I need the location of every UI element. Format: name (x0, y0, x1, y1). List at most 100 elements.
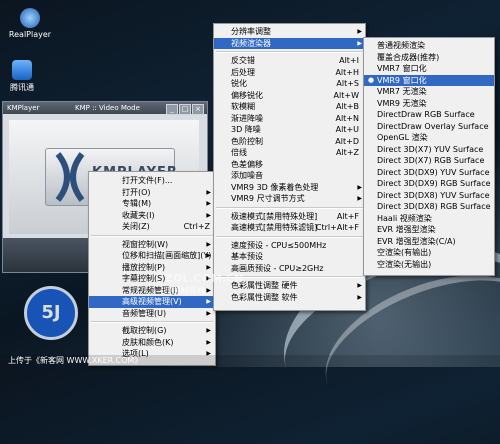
menu-item-label: 高级视频管理(V) (122, 297, 182, 306)
menu-item[interactable]: 皮肤和颜色(K) ▶ (89, 337, 215, 349)
menu-item[interactable]: EVR 增强型渲染 (364, 224, 494, 236)
menu-separator (216, 235, 363, 238)
menu-item[interactable]: 偏移锐化 Alt+W (214, 90, 365, 102)
menu-item-label: 锐化 (231, 79, 247, 88)
menu-item-label: 偏移锐化 (231, 90, 263, 100)
submenu-arrow-icon: ▶ (357, 28, 362, 35)
menu-item[interactable]: 色差偏移 (214, 159, 365, 171)
minimize-button[interactable]: _ (166, 104, 178, 115)
menu-item[interactable]: 高级视频管理(V) ▶ (89, 296, 215, 308)
close-button[interactable]: × (192, 104, 204, 115)
menu-item[interactable]: 色彩属性调整 硬件 ▶ (214, 280, 365, 292)
menu-item-label: 关闭(Z) (122, 222, 150, 231)
submenu-arrow-icon: ▶ (357, 195, 362, 202)
menu-item-label: 截取控制(G) (122, 326, 167, 335)
menu-item-label: 倍线 (231, 148, 247, 157)
menu-item-shortcut: Alt+D (335, 136, 359, 146)
menu-item[interactable]: 锐化 Alt+S (214, 78, 365, 90)
menu-item[interactable]: 视频渲染器 ▶ (214, 37, 365, 49)
menu-item-label: EVR 增强型渲染(C/A) (377, 236, 456, 246)
menu-item[interactable]: Direct 3D(DX9) YUV Surface (364, 167, 494, 179)
menu-item[interactable]: 常规视频管理(J) ▶ (89, 285, 215, 297)
menu-item[interactable]: 关闭(Z) Ctrl+Z (89, 221, 215, 233)
menu-item[interactable]: 倍线 Alt+Z (214, 147, 365, 159)
menu-item[interactable]: VMR9 尺寸调节方式 ▶ (214, 193, 365, 205)
menu-item[interactable]: 空渲染(无输出) (364, 259, 494, 271)
menu-item[interactable]: 空渲染(有输出) (364, 247, 494, 259)
menu-item-label: Direct 3D(DX9) RGB Surface (377, 179, 491, 188)
menu-item[interactable]: 播放控制(P) ▶ (89, 262, 215, 274)
menu-item[interactable]: 反交错 Alt+I (214, 55, 365, 67)
menu-item[interactable]: 极速模式[禁用特殊处理] Alt+F (214, 211, 365, 223)
menu-item[interactable]: 添加噪音 (214, 170, 365, 182)
menu-item[interactable]: 渐进降噪 Alt+N (214, 113, 365, 125)
desktop-icon-realplayer[interactable]: RealPlayer (0, 8, 60, 39)
menu-item[interactable]: 基本预设 (214, 251, 365, 263)
menu-item[interactable]: Direct 3D(X7) YUV Surface (364, 144, 494, 156)
menu-item[interactable]: 专辑(M) ▶ (89, 198, 215, 210)
menu-item-label: 分辨率调整 (231, 27, 271, 36)
menu-item-label: 色阶控制 (231, 136, 263, 146)
menu-item[interactable]: 后处理 Alt+H (214, 67, 365, 79)
menu-item-shortcut: Alt+S (336, 79, 359, 88)
menu-item[interactable]: 高画质预设 - CPU≥2GHz (214, 263, 365, 275)
menu-item[interactable]: 高速模式[禁用特殊滤镜] Ctrl+Alt+F (214, 222, 365, 234)
menu-item[interactable]: Direct 3D(DX8) YUV Surface (364, 190, 494, 202)
menu-item[interactable]: Direct 3D(DX9) RGB Surface (364, 178, 494, 190)
realplayer-icon (20, 8, 40, 28)
menu-item[interactable]: 字幕控制(S) ▶ (89, 273, 215, 285)
submenu-arrow-icon: ▶ (206, 211, 211, 219)
menu-item[interactable]: VMR7 无渲染 (364, 86, 494, 98)
menu-item[interactable]: 分辨率调整 ▶ (214, 26, 365, 38)
menu-item[interactable]: 3D 降噪 Alt+U (214, 124, 365, 136)
upload-watermark: 上传于《新客网 WWW.XKER.COM》 (0, 355, 500, 367)
menu-item-shortcut: Ctrl+Alt+F (315, 223, 359, 232)
menu-item[interactable]: 色阶控制 Alt+D (214, 136, 365, 148)
menu-item[interactable]: VMR9 窗口化 ● (364, 74, 494, 86)
submenu-arrow-icon: ▶ (357, 293, 362, 301)
desktop-icon-tencent[interactable]: 腾讯通 (0, 60, 52, 93)
menu-item-label: Haali 视频渲染 (377, 213, 432, 223)
menu-item-label: 基本预设 (231, 252, 263, 261)
menu-item[interactable]: VMR9 无渲染 (364, 98, 494, 110)
video-submenu: 分辨率调整 ▶ 视频渲染器 ▶ 反交错 Alt+I 后处理 Alt+H 锐化 Alt+S 偏移锐化 A… (213, 23, 366, 311)
menu-item[interactable]: DirectDraw Overlay Surface (364, 121, 494, 133)
menu-item[interactable]: Haali 视频渲染 (364, 213, 494, 225)
menu-item[interactable]: 色彩属性调整 软件 ▶ (214, 292, 365, 304)
menu-item[interactable]: 软模糊 Alt+B (214, 101, 365, 113)
menu-item[interactable]: 截取控制(G) ▶ (89, 325, 215, 337)
menu-item[interactable]: 速度预设 - CPU≤500MHz (214, 240, 365, 252)
menu-item[interactable]: Direct 3D(X7) RGB Surface (364, 155, 494, 167)
menu-item-label: 色差偏移 (231, 159, 263, 169)
submenu-arrow-icon: ▶ (206, 240, 211, 248)
menu-item[interactable]: Direct 3D(DX8) RGB Surface (364, 201, 494, 213)
menu-item-label: 高画质预设 - CPU≥2GHz (231, 263, 324, 273)
menu-item[interactable]: EVR 增强型渲染(C/A) (364, 236, 494, 248)
menu-item-shortcut: Alt+N (335, 113, 359, 123)
menu-item[interactable]: 打开(O) ▶ (89, 187, 215, 199)
menu-item-label: 视频渲染器 (231, 38, 271, 48)
menu-item[interactable]: DirectDraw RGB Surface (364, 109, 494, 121)
kmplayer-titlebar[interactable]: KMPlayer KMP :: Video Mode _ □ × (3, 102, 207, 115)
menu-item[interactable]: 覆盖合成器(推荐) (364, 52, 494, 64)
menu-item[interactable]: VMR7 窗口化 (364, 63, 494, 75)
menu-item[interactable]: 位移和扫描[画面缩放](Y) ▶ (89, 250, 215, 262)
menu-item[interactable]: 音频管理(U) ▶ (89, 308, 215, 320)
menu-item[interactable]: 视窗控制(W) ▶ (89, 239, 215, 251)
menu-item-label: 反交错 (231, 56, 255, 65)
menu-separator (216, 276, 363, 278)
menu-item-label: 空渲染(无输出) (377, 259, 432, 269)
menu-separator (216, 51, 363, 53)
desktop-icon-label: 腾讯通 (10, 83, 34, 92)
menu-item-label: 普通视频渲染 (377, 41, 425, 50)
maximize-button[interactable]: □ (179, 104, 191, 115)
menu-item-label: 播放控制(P) (122, 262, 166, 272)
menu-item[interactable]: VMR9 3D 像素着色处理 ▶ (214, 182, 365, 194)
menu-item-label: OpenGL 渲染 (377, 133, 428, 142)
menu-item[interactable]: 打开文件(F)... (89, 175, 215, 187)
menu-item-label: 常规视频管理(J) (122, 285, 179, 295)
menu-item-label: VMR9 尺寸调节方式 (231, 194, 305, 203)
menu-item[interactable]: 收藏夹(I) ▶ (89, 210, 215, 222)
menu-item[interactable]: 普通视频渲染 (364, 40, 494, 52)
menu-item[interactable]: OpenGL 渲染 (364, 132, 494, 144)
